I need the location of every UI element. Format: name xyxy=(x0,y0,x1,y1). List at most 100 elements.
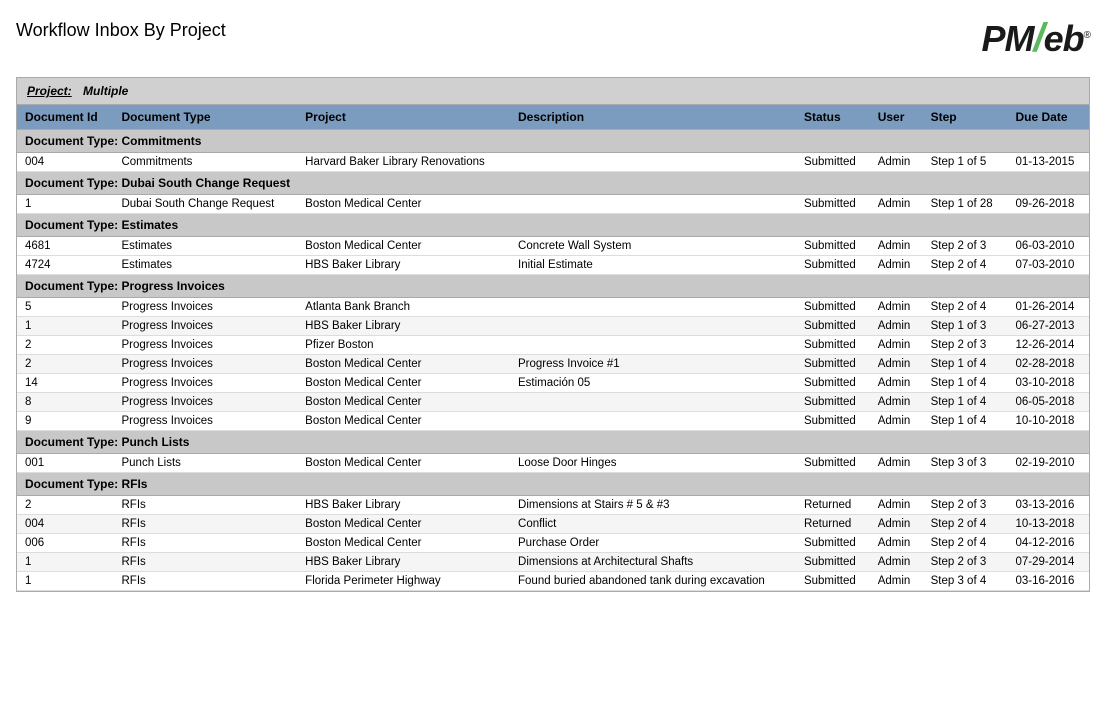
cell-description xyxy=(510,317,796,336)
cell-user: Admin xyxy=(870,256,923,275)
table-row[interactable]: 006RFIsBoston Medical CenterPurchase Ord… xyxy=(17,534,1089,553)
cell-due-date: 02-28-2018 xyxy=(1008,355,1089,374)
cell-doc-id: 8 xyxy=(17,393,113,412)
logo-slash: / xyxy=(1033,16,1043,60)
table-row[interactable]: 4724EstimatesHBS Baker LibraryInitial Es… xyxy=(17,256,1089,275)
cell-doc-id: 001 xyxy=(17,454,113,473)
cell-status: Submitted xyxy=(796,256,870,275)
cell-status: Submitted xyxy=(796,454,870,473)
logo-eb: eb xyxy=(1044,18,1084,59)
cell-step: Step 1 of 28 xyxy=(923,195,1008,214)
col-due-date: Due Date xyxy=(1008,105,1089,130)
section-header-label: Document Type: Progress Invoices xyxy=(17,275,1089,298)
cell-description: Dimensions at Stairs # 5 & #3 xyxy=(510,496,796,515)
table-row[interactable]: 2Progress InvoicesBoston Medical CenterP… xyxy=(17,355,1089,374)
cell-project: Boston Medical Center xyxy=(297,374,510,393)
cell-doc-id: 14 xyxy=(17,374,113,393)
cell-description xyxy=(510,393,796,412)
report-container: Project: Multiple Document Id Document T… xyxy=(16,77,1090,592)
cell-step: Step 2 of 3 xyxy=(923,496,1008,515)
cell-description: Concrete Wall System xyxy=(510,237,796,256)
cell-user: Admin xyxy=(870,336,923,355)
table-row[interactable]: 2RFIsHBS Baker LibraryDimensions at Stai… xyxy=(17,496,1089,515)
page-header: Workflow Inbox By Project PM/eb® xyxy=(16,16,1090,61)
table-row[interactable]: 004RFIsBoston Medical CenterConflictRetu… xyxy=(17,515,1089,534)
cell-description xyxy=(510,336,796,355)
table-row[interactable]: 1RFIsFlorida Perimeter HighwayFound buri… xyxy=(17,572,1089,591)
table-row[interactable]: 14Progress InvoicesBoston Medical Center… xyxy=(17,374,1089,393)
cell-status: Returned xyxy=(796,496,870,515)
cell-step: Step 2 of 4 xyxy=(923,298,1008,317)
col-user: User xyxy=(870,105,923,130)
cell-description: Progress Invoice #1 xyxy=(510,355,796,374)
cell-doc-id: 2 xyxy=(17,336,113,355)
table-row[interactable]: 1RFIsHBS Baker LibraryDimensions at Arch… xyxy=(17,553,1089,572)
cell-doc-type: Dubai South Change Request xyxy=(113,195,297,214)
cell-doc-type: Progress Invoices xyxy=(113,374,297,393)
table-row[interactable]: 9Progress InvoicesBoston Medical CenterS… xyxy=(17,412,1089,431)
table-row[interactable]: 1Dubai South Change RequestBoston Medica… xyxy=(17,195,1089,214)
cell-doc-id: 1 xyxy=(17,195,113,214)
cell-user: Admin xyxy=(870,374,923,393)
cell-step: Step 1 of 5 xyxy=(923,153,1008,172)
cell-project: Boston Medical Center xyxy=(297,237,510,256)
cell-project: HBS Baker Library xyxy=(297,553,510,572)
cell-step: Step 3 of 4 xyxy=(923,572,1008,591)
cell-user: Admin xyxy=(870,412,923,431)
cell-doc-type: Progress Invoices xyxy=(113,412,297,431)
cell-project: Boston Medical Center xyxy=(297,393,510,412)
cell-status: Submitted xyxy=(796,336,870,355)
cell-user: Admin xyxy=(870,195,923,214)
cell-doc-type: Progress Invoices xyxy=(113,336,297,355)
cell-user: Admin xyxy=(870,515,923,534)
table-row[interactable]: 1Progress InvoicesHBS Baker LibrarySubmi… xyxy=(17,317,1089,336)
section-header-row: Document Type: Estimates xyxy=(17,214,1089,237)
table-row[interactable]: 001Punch ListsBoston Medical CenterLoose… xyxy=(17,454,1089,473)
cell-due-date: 06-27-2013 xyxy=(1008,317,1089,336)
cell-project: HBS Baker Library xyxy=(297,317,510,336)
cell-step: Step 1 of 4 xyxy=(923,412,1008,431)
cell-status: Submitted xyxy=(796,195,870,214)
cell-step: Step 1 of 4 xyxy=(923,393,1008,412)
cell-project: Boston Medical Center xyxy=(297,454,510,473)
cell-project: Boston Medical Center xyxy=(297,195,510,214)
cell-status: Submitted xyxy=(796,298,870,317)
cell-due-date: 07-03-2010 xyxy=(1008,256,1089,275)
cell-status: Submitted xyxy=(796,572,870,591)
cell-project: Pfizer Boston xyxy=(297,336,510,355)
cell-doc-id: 2 xyxy=(17,355,113,374)
cell-user: Admin xyxy=(870,355,923,374)
cell-description: Estimación 05 xyxy=(510,374,796,393)
table-row[interactable]: 4681EstimatesBoston Medical CenterConcre… xyxy=(17,237,1089,256)
cell-doc-id: 004 xyxy=(17,153,113,172)
cell-description: Initial Estimate xyxy=(510,256,796,275)
cell-user: Admin xyxy=(870,534,923,553)
col-doc-type: Document Type xyxy=(113,105,297,130)
col-description: Description xyxy=(510,105,796,130)
cell-due-date: 07-29-2014 xyxy=(1008,553,1089,572)
cell-project: Harvard Baker Library Renovations xyxy=(297,153,510,172)
cell-doc-id: 9 xyxy=(17,412,113,431)
cell-description: Purchase Order xyxy=(510,534,796,553)
cell-user: Admin xyxy=(870,393,923,412)
table-row[interactable]: 8Progress InvoicesBoston Medical CenterS… xyxy=(17,393,1089,412)
cell-project: Atlanta Bank Branch xyxy=(297,298,510,317)
cell-doc-id: 004 xyxy=(17,515,113,534)
section-header-label: Document Type: RFIs xyxy=(17,473,1089,496)
logo-registered: ® xyxy=(1084,30,1090,41)
table-row[interactable]: 5Progress InvoicesAtlanta Bank BranchSub… xyxy=(17,298,1089,317)
cell-due-date: 04-12-2016 xyxy=(1008,534,1089,553)
cell-user: Admin xyxy=(870,496,923,515)
cell-status: Submitted xyxy=(796,534,870,553)
cell-status: Submitted xyxy=(796,355,870,374)
cell-doc-type: RFIs xyxy=(113,534,297,553)
cell-status: Submitted xyxy=(796,393,870,412)
table-row[interactable]: 2Progress InvoicesPfizer Boston Submitted… xyxy=(17,336,1089,355)
table-row[interactable]: 004CommitmentsHarvard Baker Library Reno… xyxy=(17,153,1089,172)
cell-doc-type: RFIs xyxy=(113,496,297,515)
cell-due-date: 06-05-2018 xyxy=(1008,393,1089,412)
cell-step: Step 2 of 4 xyxy=(923,256,1008,275)
cell-due-date: 10-10-2018 xyxy=(1008,412,1089,431)
cell-due-date: 10-13-2018 xyxy=(1008,515,1089,534)
section-header-label: Document Type: Dubai South Change Reques… xyxy=(17,172,1089,195)
